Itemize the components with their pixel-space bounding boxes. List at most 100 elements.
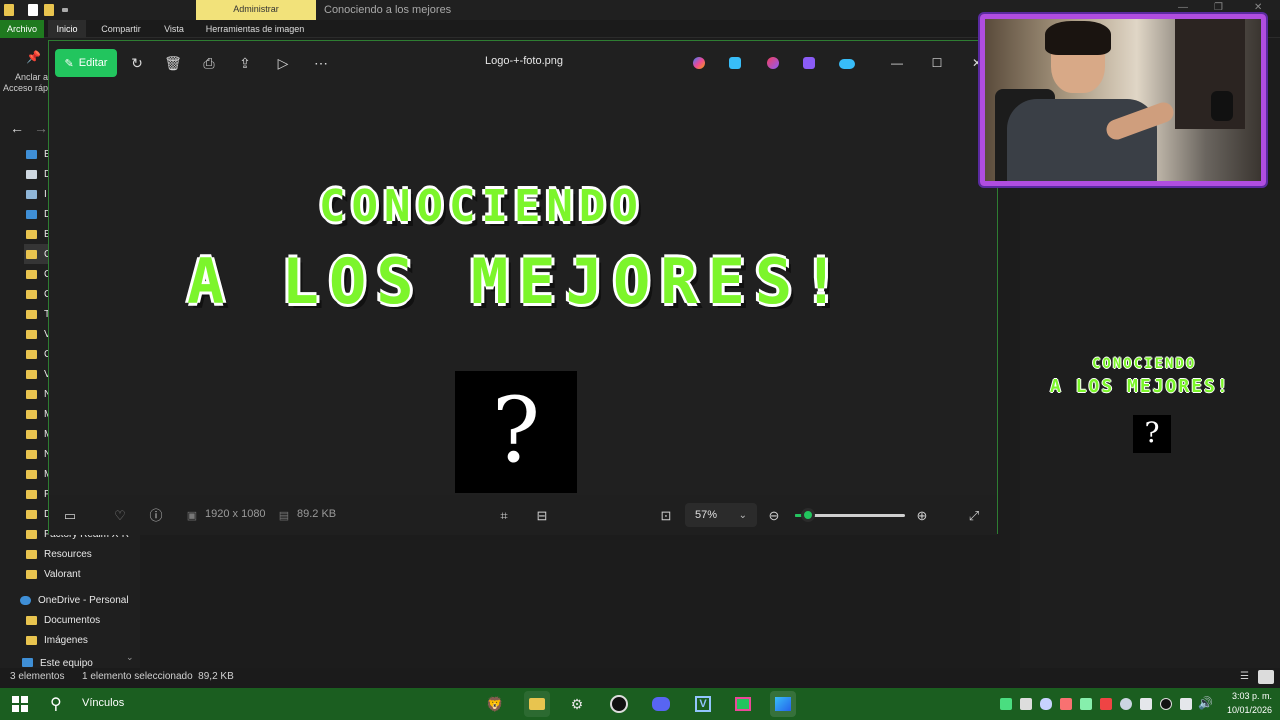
nav-item-resources[interactable]: Resources [26,544,92,564]
discord-icon[interactable] [648,691,674,717]
nav-item[interactable]: T [26,304,50,324]
folder-icon [26,409,37,419]
tray-steam-icon[interactable] [1120,698,1132,710]
tray-nvidia-icon[interactable] [1000,698,1012,710]
share-icon[interactable]: ⇪ [235,53,255,73]
maximize-icon[interactable]: ☐ [927,53,947,73]
nav-item[interactable]: V [26,364,51,384]
preview-pane: CONOCIENDO A LOS MEJORES! ? [1020,190,1280,668]
volume-icon[interactable]: 🔊 [1198,696,1213,710]
folder-icon [26,329,37,339]
nav-item-label: Este equipo [40,658,93,668]
details-view-icon[interactable]: ☰ [1240,668,1249,686]
scroll-down-icon[interactable]: ⌄ [126,652,134,663]
forward-arrow-icon[interactable]: → [34,120,48,136]
nav-item-documentos[interactable]: Documentos [26,610,100,630]
maximize-icon[interactable]: ❐ [1214,2,1223,13]
folder-icon[interactable] [44,4,54,16]
filmstrip-icon[interactable]: ▭ [61,507,79,525]
file-explorer-icon[interactable] [524,691,550,717]
visual-search-icon[interactable]: ⌗ [495,507,513,525]
preview-question-image: ? [1133,415,1171,453]
photos-viewer-window: ✎ Editar ↻ 🗑 ⎙ ⇪ ▷ ⋯ Logo-+-foto.png — ☐… [48,40,998,535]
more-options-icon[interactable]: ⋯ [311,53,331,73]
edit-button[interactable]: ✎ Editar [55,49,117,77]
clipchamp-icon[interactable] [803,57,815,69]
nav-item-label: Valorant [44,568,81,580]
rotate-icon[interactable]: ↻ [127,53,147,73]
explorer-status-bar: 3 elementos 1 elemento seleccionado 89,2… [0,668,1280,688]
image-canvas[interactable]: CONOCIENDO A LOS MEJORES! ? [49,85,997,495]
file-title: Logo-+-foto.png [485,55,563,67]
clock-time[interactable]: 3:03 p. m. [1222,691,1272,701]
minimize-icon[interactable]: — [887,53,907,73]
tray-media-icon[interactable] [1080,698,1092,710]
nav-item[interactable]: P [26,484,51,504]
edit-icon: ✎ [64,57,74,70]
folder-icon [26,349,37,359]
tray-discord-icon[interactable] [1040,698,1052,710]
taskbar-search-label[interactable]: Vínculos [82,697,124,709]
close-icon[interactable]: ✕ [1254,2,1262,13]
tab-inicio[interactable]: Inicio [48,20,86,38]
visual-studio-icon[interactable]: V [690,691,716,717]
folder-icon [26,469,37,479]
paint-app-icon[interactable] [729,57,741,69]
photos-app-icon[interactable] [770,691,796,717]
info-icon[interactable]: ⓘ [147,507,165,525]
tray-app-icon[interactable] [1060,698,1072,710]
media-app-icon[interactable] [730,691,756,717]
tab-vista[interactable]: Vista [156,20,192,38]
nav-item[interactable]: E [26,144,51,164]
obs-icon[interactable] [606,691,632,717]
onedrive-cloud-icon[interactable] [839,59,855,69]
pin-quick-access-label[interactable]: Anclar a Acceso ráp [0,72,48,94]
nav-item[interactable]: I [26,184,47,204]
large-icons-view-icon[interactable] [1258,670,1274,684]
quick-access-dropdown-icon[interactable] [62,8,68,12]
nav-item[interactable]: E [26,224,51,244]
document-icon [26,169,37,179]
folder-icon [26,529,37,539]
zoom-out-icon[interactable]: ⊖ [765,507,783,525]
delete-icon[interactable]: 🗑 [163,53,183,73]
tab-archivo[interactable]: Archivo [0,20,44,38]
back-arrow-icon[interactable]: ← [10,120,24,136]
clock-date[interactable]: 10/01/2026 [1218,705,1272,715]
nav-item[interactable]: V [26,324,51,344]
brave-browser-icon[interactable]: 🦁 [482,691,508,717]
tray-capture-icon[interactable] [1140,698,1152,710]
zoom-in-icon[interactable]: ⊕ [913,507,931,525]
zoom-level-dropdown[interactable]: 57% ⌄ [685,503,757,527]
slideshow-icon[interactable]: ▷ [273,53,293,73]
tab-herramientas-imagen[interactable]: Herramientas de imagen [200,20,310,38]
tab-compartir[interactable]: Compartir [94,20,148,38]
search-icon[interactable]: ⚲ [50,694,62,714]
tray-obs-icon[interactable] [1160,698,1172,710]
fit-to-window-icon[interactable]: ⊡ [657,507,675,525]
nav-item-valorant[interactable]: Valorant [26,564,81,584]
checkbox-icon[interactable] [28,4,38,16]
print-icon[interactable]: ⎙ [199,53,219,73]
favorite-heart-icon[interactable]: ♡ [111,507,129,525]
text-scan-icon[interactable]: ⊟ [533,507,551,525]
tray-icon[interactable] [1020,698,1032,710]
tray-record-icon[interactable] [1100,698,1112,710]
windows-start-icon[interactable] [12,696,28,712]
dimensions-icon: ▣ [186,510,198,522]
nav-item-imagenes[interactable]: Imágenes [26,630,88,650]
nav-item-este-equipo[interactable]: Este equipo [22,658,93,668]
copilot-icon[interactable] [693,57,705,69]
zoom-slider-thumb[interactable] [801,508,816,522]
designer-icon[interactable] [767,57,779,69]
nav-item-label: I [44,188,47,200]
nav-item-onedrive[interactable]: OneDrive - Personal [20,590,129,610]
fullscreen-icon[interactable]: ⤢ [965,507,983,525]
network-icon[interactable] [1180,698,1192,710]
steam-icon[interactable]: ⚙ [564,691,590,717]
selection-info: 1 elemento seleccionado 89,2 KB [82,671,234,682]
download-icon [26,209,37,219]
minimize-icon[interactable]: — [1178,2,1188,13]
pin-icon[interactable]: 📌 [26,50,41,64]
manage-tab[interactable]: Administrar [196,0,316,20]
